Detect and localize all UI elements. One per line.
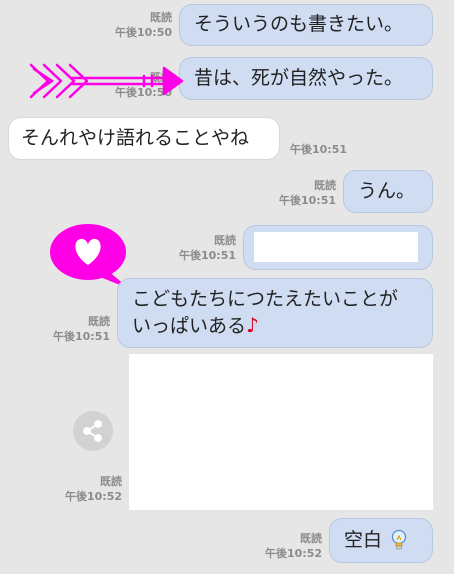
blank-message-content xyxy=(254,232,418,262)
read-receipt: 既読 xyxy=(300,532,322,545)
sent-message-bubble[interactable]: 昔は、死が自然やった。 xyxy=(179,57,433,100)
lightbulb-icon xyxy=(391,529,407,550)
message-time: 午後10:52 xyxy=(64,490,122,503)
image-message[interactable] xyxy=(129,354,433,510)
music-note-icon: ♪ xyxy=(246,313,259,337)
message-time: 午後10:51 xyxy=(290,143,348,156)
read-receipt: 既読 xyxy=(100,475,122,488)
message-text: いっぱいある xyxy=(132,315,247,337)
message-time: 午後10:50 xyxy=(114,26,172,39)
message-meta: 既読 午後10:51 xyxy=(38,314,110,344)
sent-message-bubble[interactable]: うん。 xyxy=(343,170,433,213)
message-text: うん。 xyxy=(358,180,416,202)
arrow-sticker xyxy=(29,63,184,99)
message-text-line-1: こどもたちにつたえたいことが xyxy=(132,288,399,310)
sent-message-bubble[interactable]: そういうのも書きたい。 xyxy=(179,4,433,46)
read-receipt: 既読 xyxy=(314,179,336,192)
message-meta: 既読 午後10:51 xyxy=(264,178,336,208)
message-text: そんれやけ語れることやね xyxy=(21,127,250,149)
read-receipt: 既読 xyxy=(150,11,172,24)
message-meta: 既読 午後10:51 xyxy=(164,233,236,263)
message-text: 昔は、死が自然やった。 xyxy=(194,67,404,89)
message-meta: 既読 午後10:52 xyxy=(50,474,122,504)
message-time: 午後10:51 xyxy=(52,330,110,343)
read-receipt: 既読 xyxy=(88,315,110,328)
message-time: 午後10:51 xyxy=(278,194,336,207)
message-time: 午後10:52 xyxy=(264,547,322,560)
received-message-bubble[interactable]: そんれやけ語れることやね xyxy=(8,117,280,160)
share-button[interactable] xyxy=(73,411,113,451)
sent-message-bubble[interactable]: こどもたちにつたえたいことが いっぱいある♪ xyxy=(117,278,433,348)
message-meta: 午後10:51 xyxy=(290,142,370,157)
sent-message-bubble[interactable] xyxy=(243,225,433,270)
message-meta: 既読 午後10:52 xyxy=(250,531,322,561)
message-text-line-2: いっぱいある♪ xyxy=(132,312,432,339)
read-receipt: 既読 xyxy=(214,234,236,247)
message-time: 午後10:51 xyxy=(178,249,236,262)
message-text: 空白 xyxy=(344,529,383,551)
message-text: そういうのも書きたい。 xyxy=(194,13,404,35)
message-meta: 既読 午後10:50 xyxy=(100,10,172,40)
share-icon xyxy=(83,420,102,442)
sent-message-bubble[interactable]: 空白 xyxy=(329,518,433,563)
